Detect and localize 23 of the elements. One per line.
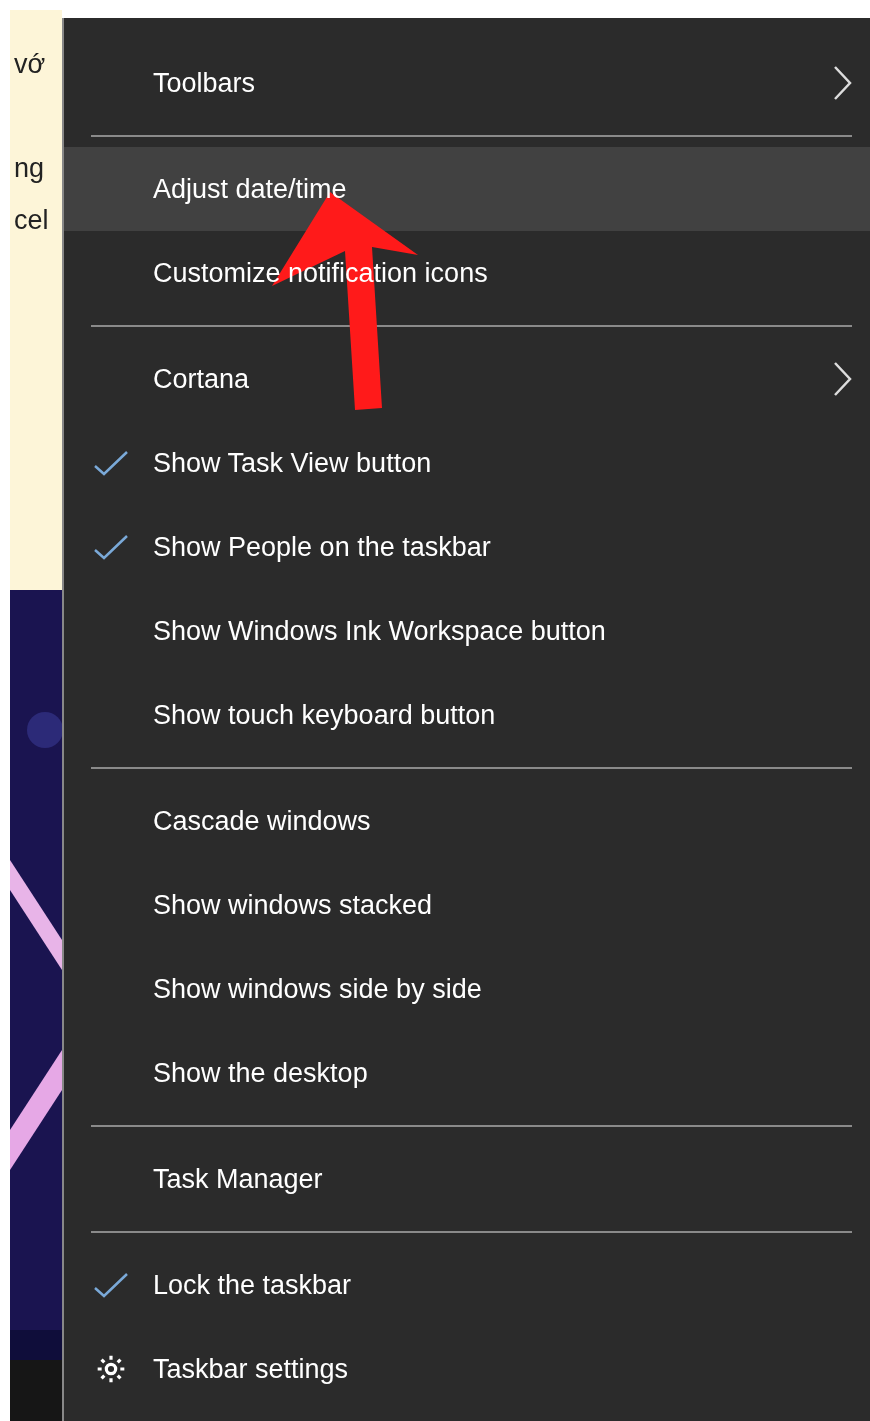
checkmark-icon bbox=[92, 534, 129, 560]
menu-item[interactable]: Task Manager bbox=[64, 1137, 870, 1221]
checkmark-icon bbox=[92, 1272, 129, 1298]
document-text: vớ bbox=[14, 48, 47, 81]
menu-item[interactable]: Show Task View button bbox=[64, 421, 870, 505]
document-text: cel bbox=[14, 204, 50, 237]
menu-item[interactable]: Show Windows Ink Workspace button bbox=[64, 589, 870, 673]
document-text: ng bbox=[14, 152, 46, 185]
menu-item[interactable]: Show touch keyboard button bbox=[64, 673, 870, 757]
menu-item[interactable]: Taskbar settings bbox=[64, 1327, 870, 1411]
menu-item[interactable]: Adjust date/time bbox=[64, 147, 870, 231]
menu-item[interactable]: Show People on the taskbar bbox=[64, 505, 870, 589]
chevron-right-icon bbox=[832, 65, 852, 101]
taskbar-strip bbox=[10, 1360, 62, 1421]
menu-item[interactable]: Toolbars bbox=[64, 41, 870, 125]
menu-item[interactable]: Show windows stacked bbox=[64, 863, 870, 947]
menu-item[interactable]: Lock the taskbar bbox=[64, 1243, 870, 1327]
menu-item[interactable]: Cortana bbox=[64, 337, 870, 421]
menu-item[interactable]: Show the desktop bbox=[64, 1031, 870, 1115]
chevron-right-icon bbox=[832, 361, 852, 397]
menu-item[interactable]: Cascade windows bbox=[64, 779, 870, 863]
menu-item[interactable]: Show windows side by side bbox=[64, 947, 870, 1031]
checkmark-icon bbox=[92, 450, 129, 476]
